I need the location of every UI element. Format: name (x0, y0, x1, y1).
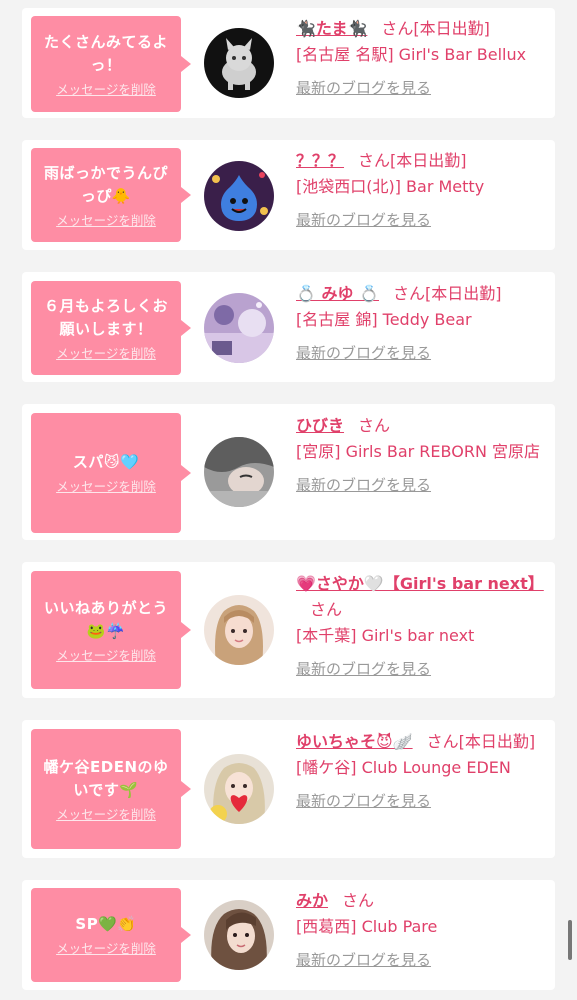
cast-info: 🐈‍⬛たま🐈‍⬛ さん[本日出勤] [名古屋 名駅] Girl's Bar Bel… (296, 16, 545, 101)
name-line: 🐈‍⬛たま🐈‍⬛ さん[本日出勤] (296, 16, 545, 42)
cast-name-link[interactable]: ゆいちゃそ😈🪽 (296, 732, 413, 751)
girl-avatar-icon[interactable] (204, 437, 274, 507)
message-text: いいねありがとう🐸☔️ (43, 598, 168, 640)
message-text: ６月もよろしくお願いします！ (43, 296, 168, 338)
cast-info: ひびき さん [宮原] Girls Bar REBORN 宮原店 最新のブログを見… (296, 413, 545, 498)
name-line: ひびき さん (296, 413, 545, 439)
delete-message-link[interactable]: メッセージを削除 (56, 213, 156, 229)
delete-message-link[interactable]: メッセージを削除 (56, 648, 156, 664)
delete-message-link[interactable]: メッセージを削除 (56, 346, 156, 362)
message-card: 幡ケ谷EDENのゆいです🌱 メッセージを削除 ゆいちゃそ😈🪽 さん[本日出勤] [… (22, 720, 555, 858)
shop-text: [本千葉] Girl's bar next (296, 626, 475, 645)
message-card: SP💚👏 メッセージを削除 みか さん [西葛西] Club Pare 最新のブロ… (22, 880, 555, 990)
message-card: スパ😼🩵 メッセージを削除 ひびき さん [宮原] Girls Bar REBOR… (22, 404, 555, 540)
cast-name-link[interactable]: 🐈‍⬛たま🐈‍⬛ (296, 19, 367, 38)
message-card: 雨ばっかでうんぴっぴ🐥 メッセージを削除 ？？？ さん[本日出勤] [池袋西口(北… (22, 140, 555, 250)
cast-info: みか さん [西葛西] Club Pare 最新のブログを見る (296, 888, 545, 973)
cast-suffix: さん[本日出勤] (393, 284, 502, 303)
message-bubble: いいねありがとう🐸☔️ メッセージを削除 (31, 571, 191, 689)
name-line: みか さん (296, 888, 545, 914)
delete-message-link[interactable]: メッセージを削除 (56, 941, 156, 957)
girl-avatar-icon[interactable] (204, 900, 274, 970)
cast-name-link[interactable]: 💗さやか🤍【Girl's bar next】 (296, 574, 544, 593)
latest-blog-link[interactable]: 最新のブログを見る (296, 472, 545, 498)
name-line: ゆいちゃそ😈🪽 さん[本日出勤] (296, 729, 545, 755)
delete-message-link[interactable]: メッセージを削除 (56, 807, 156, 823)
wolf-avatar-icon[interactable] (204, 28, 274, 98)
cast-suffix: さん (342, 891, 375, 910)
message-bubble: 雨ばっかでうんぴっぴ🐥 メッセージを削除 (31, 148, 191, 242)
message-card: たくさんみてるよっ！ メッセージを削除 🐈‍⬛たま🐈‍⬛ さん[本日出勤] [名古… (22, 8, 555, 118)
cast-suffix: さん[本日出勤] (358, 151, 467, 170)
message-bubble: SP💚👏 メッセージを削除 (31, 888, 191, 982)
name-line: 💍 みゆ 💍 さん[本日出勤] (296, 281, 545, 307)
shop-text: [池袋西口(北)] Bar Metty (296, 177, 485, 196)
cast-name-link[interactable]: 💍 みゆ 💍 (296, 284, 379, 303)
cast-info: 💍 みゆ 💍 さん[本日出勤] [名古屋 錦] Teddy Bear 最新のブログ… (296, 281, 545, 366)
cast-name-link[interactable]: ひびき (296, 416, 344, 435)
shop-text: [宮原] Girls Bar REBORN 宮原店 (296, 442, 540, 461)
cast-name-link[interactable]: みか (296, 891, 328, 910)
delete-message-link[interactable]: メッセージを削除 (56, 82, 156, 98)
message-bubble: スパ😼🩵 メッセージを削除 (31, 413, 191, 533)
message-bubble: たくさんみてるよっ！ メッセージを削除 (31, 16, 191, 112)
latest-blog-link[interactable]: 最新のブログを見る (296, 788, 545, 814)
delete-message-link[interactable]: メッセージを削除 (56, 479, 156, 495)
cast-suffix: さん (358, 416, 391, 435)
girl-avatar-icon[interactable] (204, 754, 274, 824)
latest-blog-link[interactable]: 最新のブログを見る (296, 340, 545, 366)
shop-text: [西葛西] Club Pare (296, 917, 438, 936)
message-bubble: 幡ケ谷EDENのゆいです🌱 メッセージを削除 (31, 729, 191, 849)
message-text: たくさんみてるよっ！ (43, 32, 168, 74)
shop-text: [名古屋 名駅] Girl's Bar Bellux (296, 45, 527, 64)
name-line: 💗さやか🤍【Girl's bar next】さん (296, 571, 545, 623)
cast-suffix: さん[本日出勤] (426, 732, 536, 751)
girl-avatar-icon[interactable] (204, 595, 274, 665)
cast-suffix: さん (310, 600, 343, 619)
latest-blog-link[interactable]: 最新のブログを見る (296, 207, 545, 233)
message-card: いいねありがとう🐸☔️ メッセージを削除 💗さやか🤍【Girl's bar ne… (22, 562, 555, 698)
message-bubble: ６月もよろしくお願いします！ メッセージを削除 (31, 281, 191, 375)
message-text: スパ😼🩵 (72, 453, 140, 471)
cast-info: 💗さやか🤍【Girl's bar next】さん [本千葉] Girl's ba… (296, 571, 545, 682)
slime-avatar-icon[interactable] (204, 161, 274, 231)
message-text: 幡ケ谷EDENのゆいです🌱 (43, 757, 169, 799)
cast-suffix: さん[本日出勤] (381, 19, 490, 38)
message-card: ６月もよろしくお願いします！ メッセージを削除 💍 みゆ 💍 さん[本日出勤] [… (22, 272, 555, 382)
cast-name-link[interactable]: ？？？ (296, 151, 344, 170)
latest-blog-link[interactable]: 最新のブログを見る (296, 75, 545, 101)
shop-text: [幡ケ谷] Club Lounge EDEN (296, 758, 511, 777)
message-text: SP💚👏 (75, 915, 137, 933)
latest-blog-link[interactable]: 最新のブログを見る (296, 656, 545, 682)
message-text: 雨ばっかでうんぴっぴ🐥 (43, 163, 168, 205)
cast-info: ゆいちゃそ😈🪽 さん[本日出勤] [幡ケ谷] Club Lounge EDEN 最… (296, 729, 545, 814)
cast-info: ？？？ さん[本日出勤] [池袋西口(北)] Bar Metty 最新のブログを見… (296, 148, 545, 233)
latest-blog-link[interactable]: 最新のブログを見る (296, 947, 545, 973)
scrollbar[interactable] (568, 920, 572, 960)
name-line: ？？？ さん[本日出勤] (296, 148, 545, 174)
shop-text: [名古屋 錦] Teddy Bear (296, 310, 472, 329)
girl-avatar-icon[interactable] (204, 293, 274, 363)
